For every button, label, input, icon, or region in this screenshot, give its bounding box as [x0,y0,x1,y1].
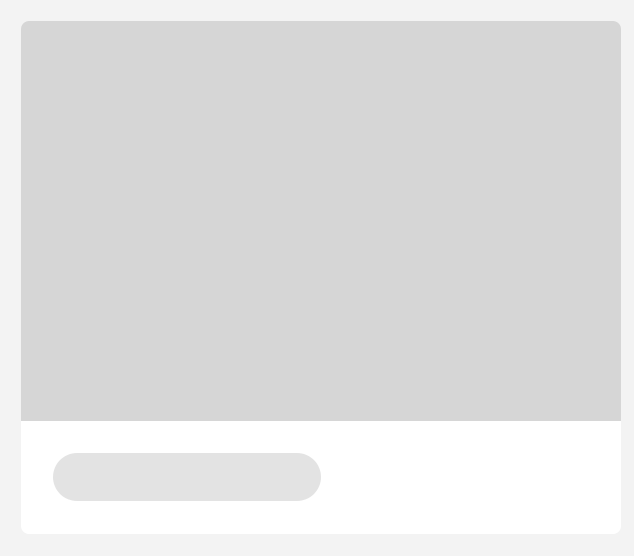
text-skeleton [53,453,321,501]
image-skeleton [21,21,621,421]
card-body [21,421,621,533]
skeleton-card [21,21,621,534]
